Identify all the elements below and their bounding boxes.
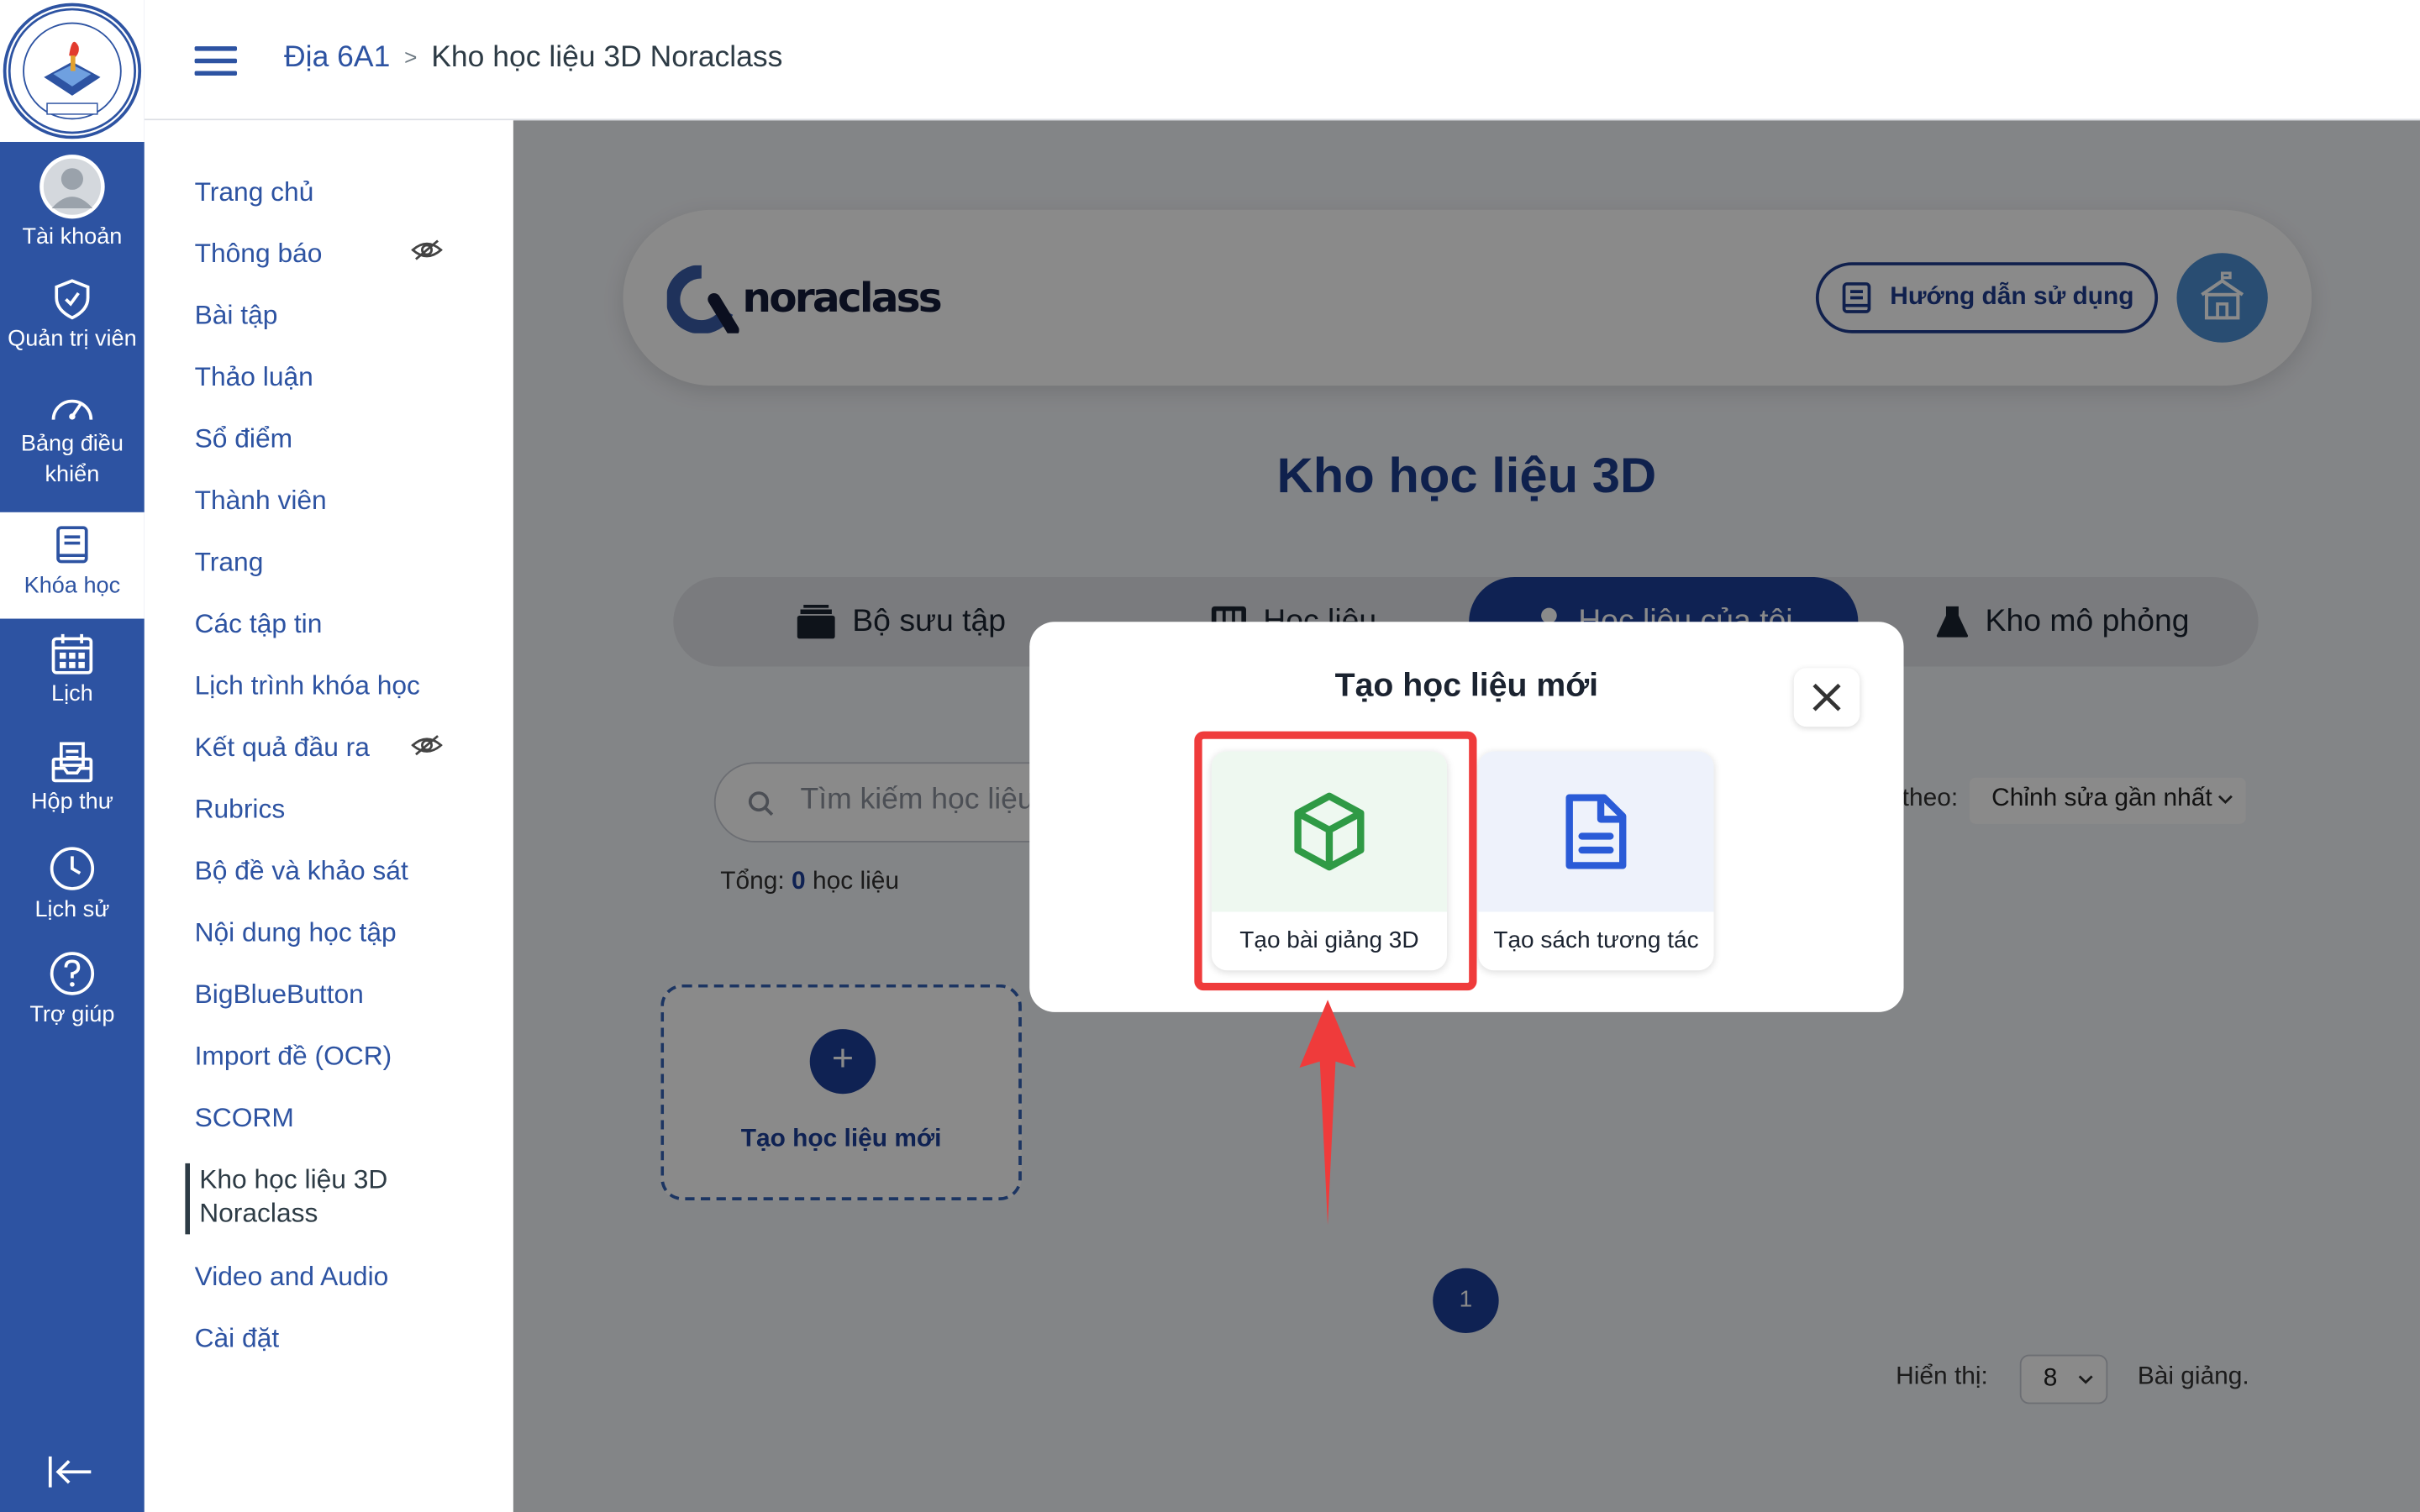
collapse-nav-button[interactable]: [47, 1453, 94, 1498]
course-nav-item[interactable]: Bài tập: [195, 299, 278, 333]
document-icon: [1565, 794, 1627, 869]
breadcrumb-chevron-icon: >: [404, 45, 418, 70]
account-avatar-icon: [39, 155, 105, 219]
help-icon: [50, 952, 95, 995]
course-nav-item[interactable]: Video and Audio: [195, 1261, 389, 1294]
course-nav-item[interactable]: SCORM: [195, 1101, 294, 1135]
global-nav-history[interactable]: Lịch sử: [0, 846, 145, 927]
highlight-box: [1194, 731, 1477, 991]
course-nav-item[interactable]: Thành viên: [195, 485, 327, 518]
course-nav-item[interactable]: Bộ đề và khảo sát: [195, 855, 408, 889]
hidden-eye-icon: [411, 238, 443, 270]
course-nav-item[interactable]: Import đề (OCR): [195, 1040, 392, 1074]
breadcrumb-current-page: Kho học liệu 3D Noraclass: [431, 41, 783, 75]
global-nav-calendar[interactable]: Lịch: [0, 633, 145, 710]
global-nav-label: Tài khoản: [22, 225, 123, 250]
create-interactive-book-label: Tạo sách tương tác: [1493, 927, 1699, 954]
course-nav-item[interactable]: Trang: [195, 546, 264, 580]
breadcrumb: Địa 6A1 > Kho học liệu 3D Noraclass: [284, 42, 782, 76]
modal-title: Tạo học liệu mới: [1334, 668, 1599, 704]
red-arrow-icon: [1299, 1000, 1356, 1226]
global-nav-dashboard[interactable]: Bảng điều khiển: [0, 389, 145, 491]
calendar-icon: [51, 633, 93, 675]
school-logo-area: [0, 0, 145, 142]
school-logo[interactable]: [3, 3, 142, 139]
create-interactive-book-option[interactable]: Tạo sách tương tác: [1478, 751, 1714, 971]
course-nav-item[interactable]: Sổ điểm: [195, 423, 292, 456]
global-nav-admin[interactable]: Quản trị viên: [0, 278, 145, 355]
course-nav-item[interactable]: Kết quả đầu ra: [195, 732, 370, 765]
course-nav-item[interactable]: Nội dung học tập: [195, 916, 397, 950]
close-icon: [1812, 683, 1841, 711]
create-interactive-book-icon-area: [1478, 751, 1714, 912]
global-nav-label: Khóa học: [24, 574, 121, 599]
shield-icon: [55, 279, 90, 320]
global-nav-account[interactable]: Tài khoản: [0, 155, 145, 254]
hamburger-menu-button[interactable]: [194, 46, 238, 76]
global-nav-courses[interactable]: Khóa học: [0, 512, 145, 619]
course-nav-item[interactable]: Lịch trình khóa học: [195, 669, 420, 703]
breadcrumb-course-link[interactable]: Địa 6A1: [284, 42, 390, 75]
global-nav-inbox[interactable]: Hộp thư: [0, 741, 145, 818]
course-nav-item[interactable]: Cài đặt: [195, 1322, 280, 1356]
close-modal-button[interactable]: [1793, 668, 1860, 727]
book-icon: [56, 526, 88, 564]
global-nav-label: Trợ giúp: [29, 1002, 115, 1028]
course-nav-item[interactable]: Thông báo: [195, 238, 323, 271]
course-nav-item[interactable]: Các tập tin: [195, 608, 323, 642]
global-nav-label: Lịch sử: [34, 897, 110, 923]
global-nav-help[interactable]: Trợ giúp: [0, 950, 145, 1031]
global-navigation: Tài khoản Quản trị viên Bảng điều khiển …: [0, 0, 145, 1512]
course-nav-item[interactable]: Rubrics: [195, 793, 286, 827]
top-bar: Địa 6A1 > Kho học liệu 3D Noraclass: [144, 0, 2420, 121]
dashboard-icon: [51, 399, 93, 420]
clock-icon: [50, 847, 95, 890]
global-nav-label: Quản trị viên: [8, 327, 137, 352]
global-nav-label: Hộp thư: [30, 790, 113, 815]
collapse-arrow-icon: [48, 1456, 92, 1488]
course-nav-item-active[interactable]: Kho học liệu 3D Noraclass: [185, 1163, 404, 1235]
hidden-eye-icon: [411, 732, 443, 765]
course-nav-item[interactable]: Trang chủ: [195, 176, 314, 209]
course-navigation: Trang chủ Thông báo Bài tập Thảo luận Sổ…: [144, 120, 513, 1512]
global-nav-label: Bảng điều khiển: [20, 432, 124, 488]
global-nav-label: Lịch: [51, 681, 93, 707]
course-nav-item[interactable]: BigBlueButton: [195, 978, 364, 1011]
inbox-icon: [51, 742, 93, 783]
course-nav-item[interactable]: Thảo luận: [195, 361, 313, 395]
